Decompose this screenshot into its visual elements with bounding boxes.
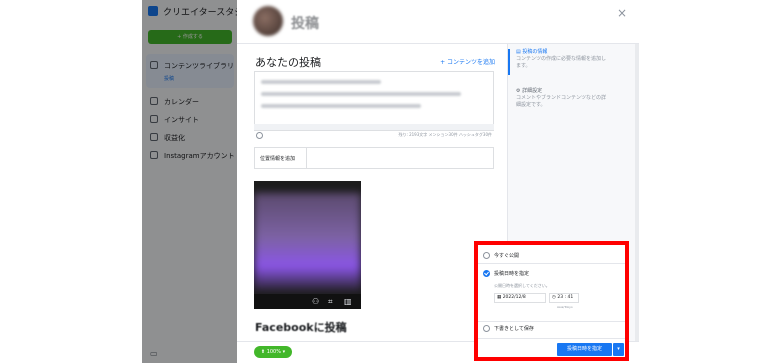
close-icon[interactable]: × xyxy=(617,6,627,20)
settings-item-post-info[interactable]: ▤ 投稿の情報 コンテンツの作成に必要な情報を追加し ます。 xyxy=(516,49,606,70)
settings-item-desc: コンテンツの作成に必要な情報を追加し xyxy=(516,56,607,62)
chevron-down-icon: ▾ xyxy=(280,349,286,355)
media-preview: ⚇ ⌗ ▥ xyxy=(254,181,361,309)
blurred-text-line xyxy=(261,104,421,108)
settings-item-title: 投稿の情報 xyxy=(522,49,548,55)
blurred-image xyxy=(254,193,361,291)
post-editor: あなたの投稿 + コンテンツを追加 残り: 2193文字 メンション30件 ハッ… xyxy=(237,44,503,341)
divider xyxy=(306,148,307,168)
settings-item-title: 詳細設定 xyxy=(522,88,543,94)
tag-people-icon[interactable]: ⚇ xyxy=(312,297,319,306)
active-indicator xyxy=(508,49,510,75)
settings-item-desc: コメントやブランドコンテンツなどの詳 xyxy=(516,95,607,101)
zoom-button[interactable]: ⬆ 100% ▾ xyxy=(254,346,292,358)
blurred-text-line xyxy=(261,92,461,96)
facebook-section-title: Facebookに投稿 xyxy=(255,321,347,334)
zoom-label: 100% xyxy=(266,349,281,355)
add-location-button[interactable]: 位置情報を追加 xyxy=(260,155,295,162)
emoji-icon[interactable] xyxy=(256,132,263,139)
highlight-box xyxy=(474,241,629,361)
crop-icon[interactable]: ⌗ xyxy=(328,297,333,307)
modal-header: 投稿 × xyxy=(237,0,639,44)
settings-item-advanced[interactable]: ⚙ 詳細設定 コメントやブランドコンテンツなどの詳 細設定です。 xyxy=(516,88,606,109)
add-content-button[interactable]: + コンテンツを追加 xyxy=(440,57,495,66)
caption-meta-row: 残り: 2193文字 メンション30件 ハッシュタグ30件 xyxy=(254,131,494,141)
creator-studio-screen: クリエイタースタジオ + 作成する コンテンツライブラリ 投稿 カレンダー イン… xyxy=(0,0,768,363)
modal-title: 投稿 xyxy=(291,16,319,32)
caption-textarea[interactable] xyxy=(254,71,494,131)
textarea-scrollbar[interactable] xyxy=(254,124,494,130)
settings-item-desc: ます。 xyxy=(516,63,531,69)
section-title: あなたの投稿 xyxy=(255,56,321,69)
blurred-text-line xyxy=(261,80,381,84)
avatar xyxy=(253,6,283,36)
location-row: 位置情報を追加 xyxy=(254,147,494,169)
character-counter: 残り: 2193文字 メンション30件 ハッシュタグ30件 xyxy=(398,132,492,137)
panel-scrollbar[interactable] xyxy=(635,44,639,341)
settings-item-desc: 細設定です。 xyxy=(516,102,546,108)
trash-icon[interactable]: ▥ xyxy=(344,297,352,306)
